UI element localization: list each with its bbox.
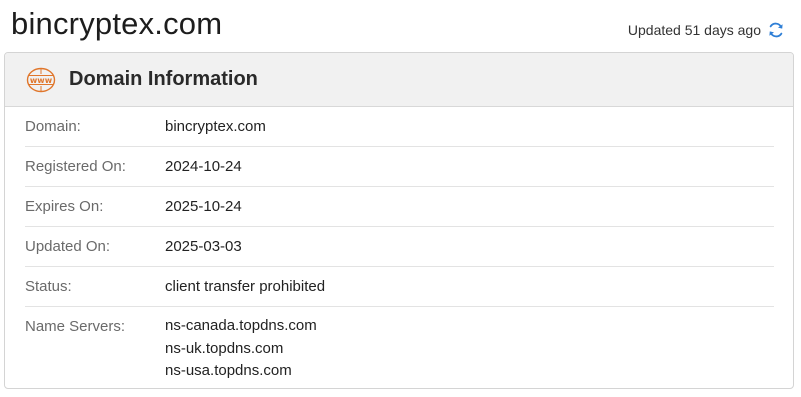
row-label: Status:: [25, 278, 72, 295]
row-label: Updated On:: [25, 238, 111, 255]
name-server: ns-canada.topdns.com: [165, 317, 317, 334]
name-server-list: ns-canada.topdns.com ns-uk.topdns.com ns…: [165, 315, 317, 383]
row-label: Name Servers:: [25, 318, 126, 335]
refresh-icon[interactable]: [767, 21, 785, 39]
row-name-servers: Name Servers: ns-canada.topdns.com ns-uk…: [25, 307, 774, 383]
page-header: bincryptex.com Updated 51 days ago: [0, 0, 801, 52]
card-title: Domain Information: [69, 68, 258, 90]
updated-status: Updated 51 days ago: [628, 20, 785, 40]
row-registered-on: Registered On: 2024-10-24: [25, 147, 774, 187]
row-updated-on: Updated On: 2025-03-03: [25, 227, 774, 267]
row-label: Expires On:: [25, 198, 104, 215]
row-expires-on: Expires On: 2025-10-24: [25, 187, 774, 227]
info-table: Domain: bincryptex.com Registered On: 20…: [5, 107, 793, 383]
domain-info-card: www Domain Information Domain: bincrypte…: [4, 52, 794, 389]
svg-text:www: www: [30, 75, 53, 84]
card-header: www Domain Information: [5, 53, 793, 107]
row-value: 2024-10-24: [165, 158, 242, 175]
updated-text: Updated 51 days ago: [627, 22, 761, 38]
row-label: Registered On:: [25, 158, 126, 175]
www-icon: www: [26, 67, 56, 93]
row-value: bincryptex.com: [165, 118, 266, 135]
row-label: Domain:: [25, 118, 81, 135]
name-server: ns-usa.topdns.com: [165, 362, 292, 379]
row-domain: Domain: bincryptex.com: [25, 107, 774, 147]
row-status: Status: client transfer prohibited: [25, 267, 774, 307]
row-value: client transfer prohibited: [165, 278, 326, 295]
row-value: 2025-03-03: [165, 238, 242, 255]
name-server: ns-uk.topdns.com: [165, 339, 284, 357]
row-value: 2025-10-24: [165, 198, 242, 215]
page-title: bincryptex.com: [11, 6, 223, 41]
